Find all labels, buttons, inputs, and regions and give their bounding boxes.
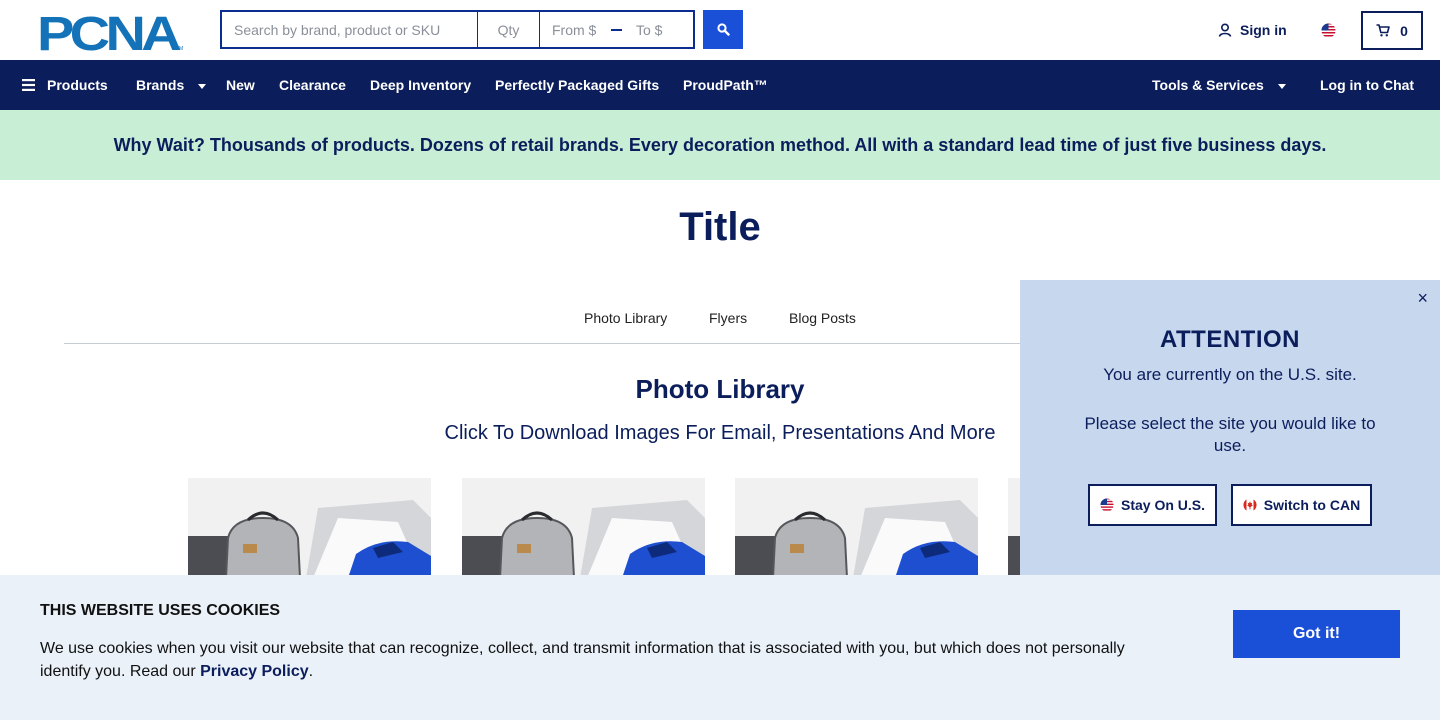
pcna-logo[interactable]: PCNA TM: [37, 12, 185, 52]
nav-clearance-label: Clearance: [279, 77, 346, 93]
photo-backpack-polo: [188, 478, 431, 578]
attention-line-1: You are currently on the U.S. site.: [1103, 365, 1357, 384]
nav-deep-inventory-label: Deep Inventory: [370, 77, 472, 93]
nav-new[interactable]: New: [226, 60, 255, 110]
photo-thumbnail[interactable]: [1008, 478, 1020, 578]
close-icon[interactable]: ×: [1417, 288, 1428, 309]
nav-new-label: New: [226, 77, 255, 93]
site-header: PCNA TM Sign in 0: [0, 0, 1440, 60]
attention-line-2: Please select the site you would like to…: [1084, 414, 1376, 455]
hamburger-icon: [22, 79, 35, 91]
photo-thumbnail[interactable]: [462, 478, 705, 578]
svg-text:TM: TM: [176, 46, 183, 52]
stay-us-label: Stay On U.S.: [1120, 497, 1206, 513]
cart-icon: [1376, 24, 1390, 37]
cookie-message: We use cookies when you visit our websit…: [40, 637, 1150, 683]
site-selector-popup: × ATTENTION You are currently on the U.S…: [1020, 280, 1440, 575]
photo-backpack-polo: [735, 478, 978, 578]
cookie-banner: THIS WEBSITE USES COOKIES We use cookies…: [0, 575, 1440, 720]
nav-gifts-label: Perfectly Packaged Gifts: [495, 77, 660, 93]
attention-title: ATTENTION: [1159, 326, 1301, 353]
nav-brands-label: Brands: [136, 77, 185, 93]
photo-backpack-polo: [1008, 478, 1020, 578]
cookie-text-end: .: [308, 663, 314, 680]
attention-message: You are currently on the U.S. site. Plea…: [1080, 364, 1380, 457]
us-flag-icon: [1100, 498, 1114, 512]
tab-blog-posts[interactable]: Blog Posts: [789, 310, 856, 326]
nav-products[interactable]: Products: [22, 60, 108, 110]
switch-canada-button[interactable]: Switch to CAN: [1231, 484, 1372, 526]
accept-cookies-button[interactable]: Got it!: [1233, 610, 1400, 658]
price-range-dash: [608, 12, 624, 47]
nav-gifts[interactable]: Perfectly Packaged Gifts: [495, 60, 659, 110]
price-to-input[interactable]: [624, 12, 690, 47]
user-icon: [1218, 23, 1232, 37]
chevron-down-icon: [198, 83, 207, 89]
promo-banner-text: Why Wait? Thousands of products. Dozens …: [113, 134, 1327, 155]
nav-clearance[interactable]: Clearance: [279, 60, 346, 110]
search-input[interactable]: [222, 12, 478, 47]
tab-photo-library[interactable]: Photo Library: [584, 310, 667, 326]
nav-deep-inventory[interactable]: Deep Inventory: [370, 60, 471, 110]
search-bar: [220, 10, 695, 49]
promo-banner: Why Wait? Thousands of products. Dozens …: [0, 110, 1440, 180]
nav-proudpath[interactable]: ProudPath™: [683, 60, 768, 110]
nav-tools-services[interactable]: Tools & Services: [1152, 60, 1286, 110]
sign-in-link[interactable]: Sign in: [1218, 22, 1287, 38]
price-from-input[interactable]: [540, 12, 608, 47]
photo-thumbnail[interactable]: [188, 478, 431, 578]
chevron-down-icon: [1277, 83, 1286, 89]
tab-flyers[interactable]: Flyers: [709, 310, 747, 326]
nav-proudpath-label: ProudPath™: [683, 77, 768, 93]
stay-us-button[interactable]: Stay On U.S.: [1088, 484, 1217, 526]
switch-canada-label: Switch to CAN: [1263, 497, 1361, 513]
cookie-title: THIS WEBSITE USES COOKIES: [40, 602, 281, 619]
cart-button[interactable]: 0: [1361, 11, 1423, 50]
page-title: Title: [679, 205, 761, 249]
qty-input[interactable]: [478, 12, 540, 47]
photo-thumbnail[interactable]: [735, 478, 978, 578]
sign-in-label: Sign in: [1240, 22, 1287, 38]
logo-text: PCNA: [37, 12, 181, 52]
photo-backpack-polo: [462, 478, 705, 578]
nav-tools-label: Tools & Services: [1152, 77, 1264, 93]
us-flag-icon[interactable]: [1321, 23, 1336, 38]
nav-products-label: Products: [47, 77, 108, 93]
nav-brands[interactable]: Brands: [136, 60, 207, 110]
nav-chat-label: Log in to Chat: [1320, 77, 1415, 93]
main-nav: Products Brands New Clearance Deep Inven…: [0, 60, 1440, 110]
canada-flag-icon: [1243, 498, 1257, 512]
cart-count: 0: [1400, 22, 1408, 39]
search-button[interactable]: [703, 10, 743, 49]
privacy-policy-link[interactable]: Privacy Policy: [200, 663, 309, 680]
search-icon: [716, 23, 730, 36]
nav-chat-login[interactable]: Log in to Chat: [1320, 60, 1414, 110]
